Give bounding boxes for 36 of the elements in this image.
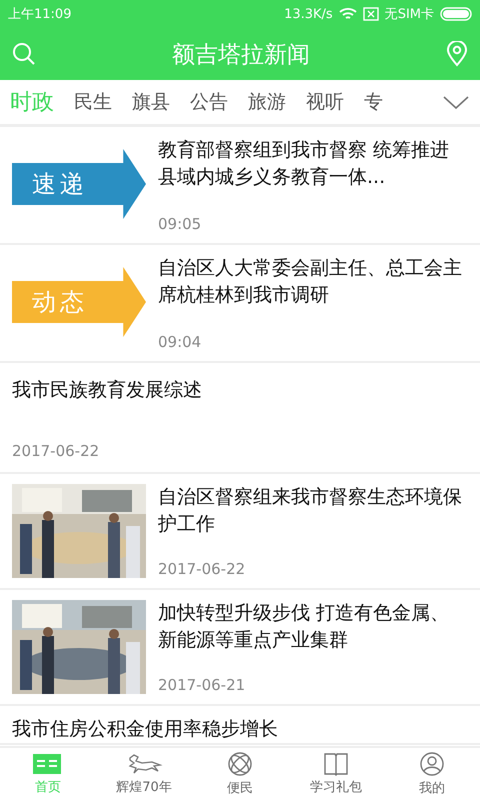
news-time: 2017-06-22 — [158, 560, 246, 578]
nav-item[interactable]: 学习礼包 — [288, 748, 384, 800]
sim-status: 无SIM卡 — [384, 6, 434, 23]
news-time: 09:04 — [158, 333, 202, 351]
news-time: 09:05 — [158, 215, 202, 233]
nav-item[interactable]: 我的 — [384, 748, 480, 800]
category-tab[interactable]: 视听 — [306, 89, 344, 115]
news-title[interactable]: 我市住房公积金使用率稳步增长 — [12, 716, 468, 743]
nav-item[interactable]: 辉煌70年 — [96, 748, 192, 800]
battery-icon — [440, 7, 472, 21]
sim-icon — [362, 7, 379, 21]
profile-icon — [419, 751, 445, 777]
category-tab[interactable]: 民生 — [74, 89, 112, 115]
news-time: 2017-06-22 — [12, 442, 100, 460]
news-title[interactable]: 我市民族教育发展综述 — [12, 377, 468, 404]
news-title[interactable]: 教育部督察组到我市督察 统筹推进县域内城乡义务教育一体... — [158, 137, 468, 191]
book-icon — [323, 752, 349, 776]
news-title[interactable]: 自治区督察组来我市督察生态环境保护工作 — [158, 484, 468, 538]
search-icon[interactable] — [12, 42, 36, 66]
location-pin-icon[interactable] — [446, 41, 468, 67]
wifi-icon — [338, 7, 357, 21]
category-tab[interactable]: 旅游 — [248, 89, 286, 115]
category-banner: 速递 — [12, 149, 146, 219]
news-time: 2017-06-21 — [158, 676, 246, 694]
newspaper-icon — [32, 752, 64, 776]
category-tab[interactable]: 公告 — [190, 89, 228, 115]
app-title: 额吉塔拉新闻 — [172, 40, 310, 70]
network-speed: 13.3K/s — [284, 6, 333, 22]
status-time: 上午11:09 — [8, 6, 72, 23]
nav-item[interactable]: 便民 — [192, 748, 288, 800]
news-title[interactable]: 加快转型升级步伐 打造有色金属、新能源等重点产业集群 — [158, 600, 468, 654]
orbit-icon — [227, 751, 253, 777]
category-tab[interactable]: 专 — [364, 89, 383, 115]
category-banner: 动态 — [12, 267, 146, 337]
news-title[interactable]: 自治区人大常委会副主任、总工会主席杭桂林到我市调研 — [158, 255, 468, 309]
category-tab[interactable]: 旗县 — [132, 89, 170, 115]
